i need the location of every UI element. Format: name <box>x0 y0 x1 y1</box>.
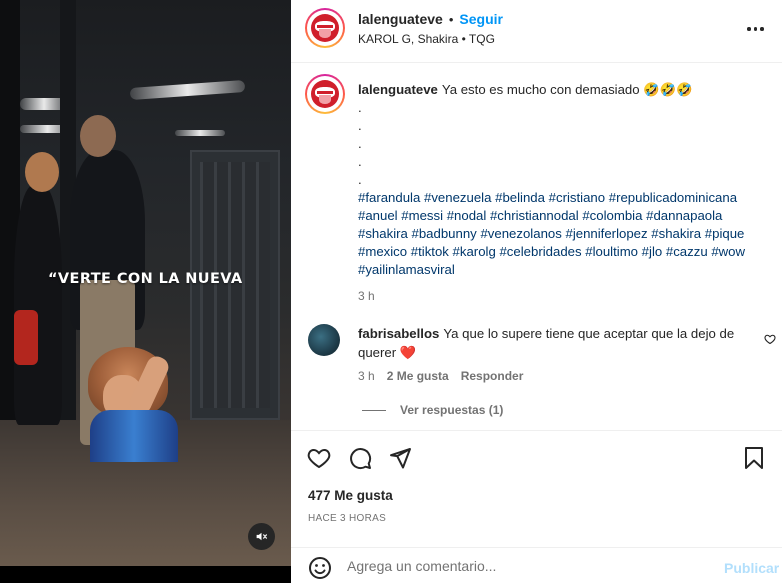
emoji-button[interactable] <box>308 556 332 583</box>
caption-dot-line: . <box>358 154 362 169</box>
comment-input[interactable] <box>347 558 707 574</box>
post-caption: lalenguateve Ya esto es mucho con demasia… <box>358 81 768 305</box>
publish-button[interactable]: Publicar <box>724 560 779 576</box>
audio-track-link[interactable]: KAROL G, Shakira • TQG <box>358 32 495 46</box>
comment-composer: Publicar <box>291 547 782 583</box>
follow-button[interactable]: Seguir <box>459 11 503 27</box>
comment-time: 3 h <box>358 369 375 383</box>
save-button[interactable] <box>743 446 765 473</box>
caption-dot-line: . <box>358 100 362 115</box>
caption-username[interactable]: lalenguateve <box>358 82 438 97</box>
caption-author-avatar[interactable] <box>305 74 345 114</box>
view-replies-label: Ver respuestas (1) <box>400 403 504 417</box>
like-button[interactable] <box>307 446 331 473</box>
caption-hashtags[interactable]: #farandula #venezuela #belinda #cristian… <box>358 189 768 279</box>
comments-section[interactable]: lalenguateve Ya esto es mucho con demasia… <box>291 64 782 430</box>
mute-toggle-button[interactable] <box>248 523 275 550</box>
reply-button[interactable]: Responder <box>461 369 524 383</box>
post-timestamp: HACE 3 HORAS <box>308 513 387 524</box>
video-caption-overlay: “VERTE CON LA NUEVA <box>48 271 243 287</box>
caption-time: 3 h <box>358 289 375 303</box>
commenter-avatar[interactable] <box>308 324 340 356</box>
likes-count[interactable]: 477 Me gusta <box>308 488 393 503</box>
commenter-username[interactable]: fabrisabellos <box>358 326 439 341</box>
caption-dot-line: . <box>358 172 362 187</box>
comment-button[interactable] <box>348 446 372 473</box>
view-replies-button[interactable]: Ver respuestas (1) <box>362 403 503 417</box>
caption-dot-line: . <box>358 136 362 151</box>
post-details-panel: lalenguateve • Seguir KAROL G, Shakira •… <box>291 0 782 583</box>
emoji-icon <box>309 557 331 579</box>
like-comment-button[interactable] <box>764 333 776 348</box>
caption-dot-line: . <box>358 118 362 133</box>
post-dialog: “VERTE CON LA NUEVA lalenguateve • Segui… <box>0 0 782 583</box>
post-actions-bar: 477 Me gusta HACE 3 HORAS <box>291 430 782 530</box>
caption-text: Ya esto es mucho con demasiado 🤣🤣🤣 <box>441 82 693 97</box>
heart-icon <box>307 448 331 469</box>
share-button[interactable] <box>388 446 412 473</box>
brand-logo-icon <box>310 79 340 109</box>
speaker-muted-icon <box>256 532 267 541</box>
post-header: lalenguateve • Seguir KAROL G, Shakira •… <box>291 0 782 63</box>
video-player[interactable]: “VERTE CON LA NUEVA <box>0 0 291 583</box>
author-username[interactable]: lalenguateve <box>358 11 443 27</box>
separator-dot: • <box>448 11 454 27</box>
author-avatar[interactable] <box>305 8 345 48</box>
more-options-icon[interactable] <box>747 27 764 31</box>
comment-likes-link[interactable]: 2 Me gusta <box>387 369 449 383</box>
send-icon <box>390 448 411 469</box>
brand-logo-icon <box>310 13 340 43</box>
heart-outline-icon <box>764 334 776 345</box>
bookmark-icon <box>745 447 763 469</box>
comment-bubble-icon <box>350 448 372 470</box>
